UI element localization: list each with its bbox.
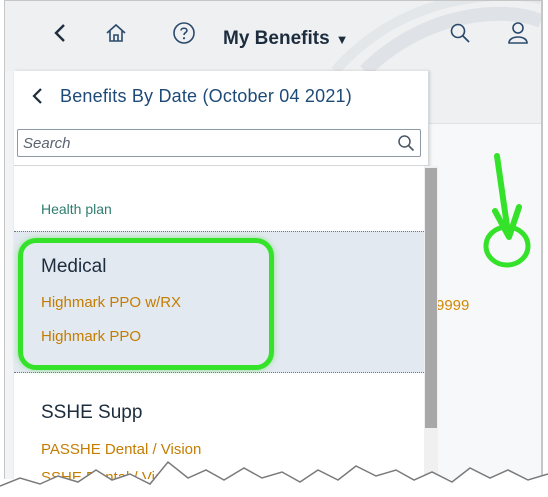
chevron-left-icon — [32, 88, 42, 104]
app-title-menu[interactable]: My Benefits ▼ — [223, 28, 349, 50]
item-title: Medical — [41, 256, 107, 277]
scrollbar[interactable] — [424, 166, 438, 479]
shell-search-button[interactable] — [443, 15, 477, 51]
partial-value: 9999 — [436, 297, 470, 314]
search-input[interactable] — [18, 131, 392, 155]
item-title: SSHE Supp — [41, 402, 143, 423]
user-icon — [508, 22, 528, 44]
plan-link[interactable]: Highmark PPO — [41, 328, 141, 345]
main-content: 9999 — [427, 71, 541, 479]
plan-link[interactable]: Highmark PPO w/RX — [41, 294, 181, 311]
divider — [14, 165, 428, 166]
list-item-medical[interactable]: Medical Highmark PPO w/RX Highmark PPO — [14, 231, 424, 373]
content-header — [427, 71, 541, 124]
search-field-icon[interactable] — [392, 131, 420, 155]
app-title: My Benefits — [223, 28, 330, 49]
help-button[interactable] — [167, 15, 201, 51]
app-window: My Benefits ▼ 9999 Benefits By Date (Oct… — [4, 0, 543, 479]
magnifier-icon — [398, 135, 415, 152]
search-field[interactable] — [17, 129, 421, 157]
shell-bar: My Benefits ▼ — [5, 1, 541, 71]
search-icon — [450, 23, 470, 43]
home-icon — [106, 23, 126, 42]
home-button[interactable] — [99, 15, 133, 51]
help-icon — [173, 22, 195, 44]
back-icon — [54, 24, 65, 42]
panel-header: Benefits By Date (October 04 2021) — [14, 71, 428, 121]
user-button[interactable] — [501, 15, 535, 51]
scrollbar-thumb[interactable] — [425, 168, 437, 428]
plan-link[interactable]: SSHE Dental / Vision — [41, 469, 182, 479]
panel-title: Benefits By Date (October 04 2021) — [60, 85, 352, 106]
benefits-side-panel: Benefits By Date (October 04 2021) Healt… — [14, 71, 438, 479]
panel-back-button[interactable] — [14, 71, 60, 121]
nav-back-button[interactable] — [45, 15, 75, 51]
group-label: Health plan — [41, 201, 112, 217]
plan-link[interactable]: PASSHE Dental / Vision — [41, 441, 201, 458]
caret-down-icon: ▼ — [335, 31, 349, 47]
